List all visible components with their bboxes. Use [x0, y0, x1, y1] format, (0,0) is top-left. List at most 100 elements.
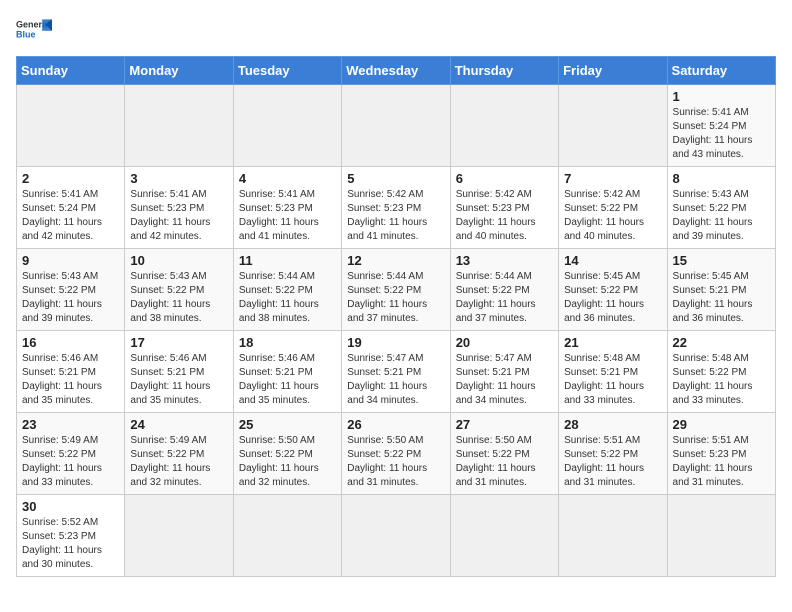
calendar-cell: 18Sunrise: 5:46 AM Sunset: 5:21 PM Dayli…	[233, 331, 341, 413]
calendar-cell: 17Sunrise: 5:46 AM Sunset: 5:21 PM Dayli…	[125, 331, 233, 413]
calendar-cell: 30 Sunrise: 5:52 AM Sunset: 5:23 PM Dayli…	[17, 495, 125, 577]
day-info: Sunrise: 5:46 AM Sunset: 5:21 PM Dayligh…	[22, 352, 119, 408]
day-number: 15	[673, 253, 770, 268]
calendar-cell: 9 Sunrise: 5:43 AM Sunset: 5:22 PM Daylig…	[17, 249, 125, 331]
day-number: 26	[347, 417, 444, 432]
day-info: Sunrise: 5:44 AM Sunset: 5:22 PM Dayligh…	[347, 270, 444, 326]
header: General Blue	[16, 16, 776, 44]
weekday-header-friday: Friday	[559, 57, 667, 85]
day-number: 10	[130, 253, 227, 268]
day-info: Sunrise: 5:45 AM Sunset: 5:22 PM Dayligh…	[564, 270, 661, 326]
day-number: 22	[673, 335, 770, 350]
day-number: 13	[456, 253, 553, 268]
day-number: 14	[564, 253, 661, 268]
calendar-week-row: 1 Sunrise: 5:41 AM Sunset: 5:24 PM Daylig…	[17, 85, 776, 167]
calendar-cell: 4 Sunrise: 5:41 AM Sunset: 5:23 PM Daylig…	[233, 167, 341, 249]
weekday-header-sunday: Sunday	[17, 57, 125, 85]
day-number: 11	[239, 253, 336, 268]
calendar-cell: 13 Sunrise: 5:44 AM Sunset: 5:22 PM Dayli…	[450, 249, 558, 331]
day-info: Sunrise: 5:47 AM Sunset: 5:21 PM Dayligh…	[456, 352, 553, 408]
calendar-cell: 10 Sunrise: 5:43 AM Sunset: 5:22 PM Dayli…	[125, 249, 233, 331]
calendar-cell: 12 Sunrise: 5:44 AM Sunset: 5:22 PM Dayli…	[342, 249, 450, 331]
calendar-cell: 1 Sunrise: 5:41 AM Sunset: 5:24 PM Daylig…	[667, 85, 775, 167]
day-number: 30	[22, 499, 119, 514]
weekday-header-monday: Monday	[125, 57, 233, 85]
calendar-cell: 7 Sunrise: 5:42 AM Sunset: 5:22 PM Daylig…	[559, 167, 667, 249]
day-info: Sunrise: 5:49 AM Sunset: 5:22 PM Dayligh…	[22, 434, 119, 490]
day-info: Sunrise: 5:43 AM Sunset: 5:22 PM Dayligh…	[22, 270, 119, 326]
calendar-cell: 19Sunrise: 5:47 AM Sunset: 5:21 PM Dayli…	[342, 331, 450, 413]
day-number: 6	[456, 171, 553, 186]
calendar-cell	[559, 85, 667, 167]
calendar-cell	[125, 85, 233, 167]
day-info: Sunrise: 5:42 AM Sunset: 5:23 PM Dayligh…	[456, 188, 553, 244]
day-number: 25	[239, 417, 336, 432]
day-number: 12	[347, 253, 444, 268]
calendar-week-row: 30 Sunrise: 5:52 AM Sunset: 5:23 PM Dayli…	[17, 495, 776, 577]
day-number: 21	[564, 335, 661, 350]
logo: General Blue	[16, 16, 52, 44]
calendar-cell: 26 Sunrise: 5:50 AM Sunset: 5:22 PM Dayli…	[342, 413, 450, 495]
calendar-cell: 2 Sunrise: 5:41 AM Sunset: 5:24 PM Daylig…	[17, 167, 125, 249]
calendar-cell	[450, 85, 558, 167]
day-number: 23	[22, 417, 119, 432]
day-info: Sunrise: 5:41 AM Sunset: 5:24 PM Dayligh…	[673, 106, 770, 162]
calendar-cell	[125, 495, 233, 577]
day-info: Sunrise: 5:41 AM Sunset: 5:23 PM Dayligh…	[239, 188, 336, 244]
calendar-cell	[667, 495, 775, 577]
day-number: 28	[564, 417, 661, 432]
day-info: Sunrise: 5:42 AM Sunset: 5:22 PM Dayligh…	[564, 188, 661, 244]
calendar-cell: 8 Sunrise: 5:43 AM Sunset: 5:22 PM Daylig…	[667, 167, 775, 249]
calendar-cell: 21 Sunrise: 5:48 AM Sunset: 5:21 PM Dayli…	[559, 331, 667, 413]
day-info: Sunrise: 5:51 AM Sunset: 5:23 PM Dayligh…	[673, 434, 770, 490]
day-number: 3	[130, 171, 227, 186]
day-number: 19	[347, 335, 444, 350]
day-info: Sunrise: 5:41 AM Sunset: 5:24 PM Dayligh…	[22, 188, 119, 244]
day-info: Sunrise: 5:43 AM Sunset: 5:22 PM Dayligh…	[130, 270, 227, 326]
calendar-cell	[342, 85, 450, 167]
calendar-cell: 27 Sunrise: 5:50 AM Sunset: 5:22 PM Dayli…	[450, 413, 558, 495]
day-info: Sunrise: 5:50 AM Sunset: 5:22 PM Dayligh…	[347, 434, 444, 490]
day-number: 7	[564, 171, 661, 186]
calendar-cell	[233, 85, 341, 167]
calendar-cell: 11 Sunrise: 5:44 AM Sunset: 5:22 PM Dayli…	[233, 249, 341, 331]
day-number: 9	[22, 253, 119, 268]
calendar-cell: 22 Sunrise: 5:48 AM Sunset: 5:22 PM Dayli…	[667, 331, 775, 413]
day-info: Sunrise: 5:52 AM Sunset: 5:23 PM Dayligh…	[22, 516, 119, 572]
day-number: 4	[239, 171, 336, 186]
calendar-cell	[450, 495, 558, 577]
day-info: Sunrise: 5:41 AM Sunset: 5:23 PM Dayligh…	[130, 188, 227, 244]
calendar-cell: 28Sunrise: 5:51 AM Sunset: 5:22 PM Dayli…	[559, 413, 667, 495]
day-number: 24	[130, 417, 227, 432]
calendar-cell: 15 Sunrise: 5:45 AM Sunset: 5:21 PM Dayli…	[667, 249, 775, 331]
day-info: Sunrise: 5:45 AM Sunset: 5:21 PM Dayligh…	[673, 270, 770, 326]
calendar-cell: 24 Sunrise: 5:49 AM Sunset: 5:22 PM Dayli…	[125, 413, 233, 495]
day-info: Sunrise: 5:44 AM Sunset: 5:22 PM Dayligh…	[456, 270, 553, 326]
calendar-week-row: 23 Sunrise: 5:49 AM Sunset: 5:22 PM Dayli…	[17, 413, 776, 495]
calendar-week-row: 16Sunrise: 5:46 AM Sunset: 5:21 PM Dayli…	[17, 331, 776, 413]
calendar-cell	[17, 85, 125, 167]
weekday-header-row: SundayMondayTuesdayWednesdayThursdayFrid…	[17, 57, 776, 85]
calendar-cell: 25Sunrise: 5:50 AM Sunset: 5:22 PM Dayli…	[233, 413, 341, 495]
calendar-cell: 23 Sunrise: 5:49 AM Sunset: 5:22 PM Dayli…	[17, 413, 125, 495]
day-number: 8	[673, 171, 770, 186]
calendar-cell: 5Sunrise: 5:42 AM Sunset: 5:23 PM Daylig…	[342, 167, 450, 249]
day-info: Sunrise: 5:48 AM Sunset: 5:22 PM Dayligh…	[673, 352, 770, 408]
calendar-table: SundayMondayTuesdayWednesdayThursdayFrid…	[16, 56, 776, 577]
day-info: Sunrise: 5:48 AM Sunset: 5:21 PM Dayligh…	[564, 352, 661, 408]
day-info: Sunrise: 5:50 AM Sunset: 5:22 PM Dayligh…	[456, 434, 553, 490]
calendar-cell: 14 Sunrise: 5:45 AM Sunset: 5:22 PM Dayli…	[559, 249, 667, 331]
calendar-cell: 29 Sunrise: 5:51 AM Sunset: 5:23 PM Dayli…	[667, 413, 775, 495]
calendar-cell	[559, 495, 667, 577]
calendar-cell: 6 Sunrise: 5:42 AM Sunset: 5:23 PM Daylig…	[450, 167, 558, 249]
day-number: 18	[239, 335, 336, 350]
day-info: Sunrise: 5:44 AM Sunset: 5:22 PM Dayligh…	[239, 270, 336, 326]
day-number: 17	[130, 335, 227, 350]
day-info: Sunrise: 5:49 AM Sunset: 5:22 PM Dayligh…	[130, 434, 227, 490]
day-number: 1	[673, 89, 770, 104]
day-info: Sunrise: 5:43 AM Sunset: 5:22 PM Dayligh…	[673, 188, 770, 244]
day-number: 2	[22, 171, 119, 186]
day-number: 29	[673, 417, 770, 432]
day-number: 27	[456, 417, 553, 432]
day-info: Sunrise: 5:42 AM Sunset: 5:23 PM Dayligh…	[347, 188, 444, 244]
